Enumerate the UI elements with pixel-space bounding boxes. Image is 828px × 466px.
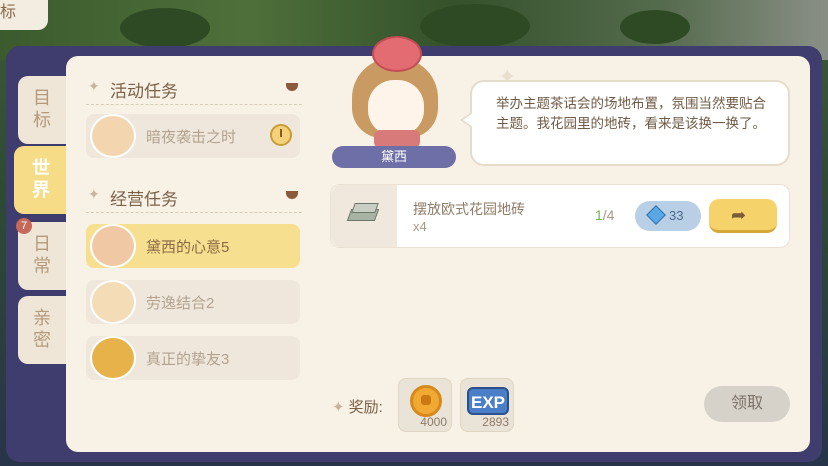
collapse-icon[interactable] <box>286 83 298 91</box>
speech-bubble: 举办主题茶话会的场地布置，氛围当然要贴合主题。我花园里的地砖，看来是该换一换了。 <box>460 80 790 166</box>
daily-badge: 7 <box>16 218 32 234</box>
coin-value: 4000 <box>420 415 447 429</box>
bush-decoration <box>620 10 690 44</box>
coin-icon <box>410 385 442 417</box>
sparkle-icon: ✦ <box>332 399 345 416</box>
gem-reward-pill: 33 <box>635 201 701 231</box>
exp-value: 2893 <box>482 415 509 429</box>
avatar <box>90 114 136 158</box>
star-icon: ✦ <box>88 78 100 94</box>
avatar <box>90 336 136 380</box>
divider <box>86 104 302 105</box>
task-item-label: 黛西的心意5 <box>146 239 230 256</box>
task-item-true-friend[interactable]: 真正的挚友3 <box>86 336 300 380</box>
section-activity-title: 活动任务 <box>110 82 178 101</box>
tab-goals[interactable]: 目标 <box>18 76 66 144</box>
progress-current: 1 <box>595 207 603 223</box>
reward-exp[interactable]: EXP 2893 <box>460 378 514 432</box>
section-activity[interactable]: ✦ 活动任务 <box>86 72 302 104</box>
clock-icon <box>270 124 292 146</box>
tab-daily[interactable]: 7 日常 <box>16 218 66 290</box>
progress-total: /4 <box>602 207 615 223</box>
task-objective-row: 摆放欧式花园地砖 x4 1/4 33 ➦ <box>330 184 790 248</box>
section-business-title: 经营任务 <box>110 190 178 209</box>
star-icon: ✦ <box>88 186 100 202</box>
collapse-icon[interactable] <box>286 191 298 199</box>
top-left-tab[interactable]: 标 <box>0 0 48 30</box>
task-item-label: 真正的挚友3 <box>146 351 230 368</box>
npc-dialogue: 举办主题茶话会的场地布置，氛围当然要贴合主题。我花园里的地砖，看来是该换一换了。 <box>496 96 766 131</box>
task-progress: 1/4 <box>595 207 614 223</box>
task-item-night-raid[interactable]: 暗夜袭击之时 <box>86 114 300 158</box>
reward-label-text: 奖励: <box>348 399 383 416</box>
go-button[interactable]: ➦ <box>709 199 777 233</box>
task-item-daisy[interactable]: 黛西的心意5 <box>86 224 300 268</box>
claim-button[interactable]: 领取 <box>704 386 790 422</box>
tab-world[interactable]: 世界 <box>14 146 68 214</box>
divider <box>86 212 302 213</box>
npc-name-tag: 黛西 <box>332 146 456 168</box>
task-item-label: 劳逸结合2 <box>146 295 215 312</box>
task-item-work-rest[interactable]: 劳逸结合2 <box>86 280 300 324</box>
arrow-right-icon: ➦ <box>731 205 747 225</box>
diamond-icon <box>646 205 666 225</box>
gem-reward-value: 33 <box>669 208 684 223</box>
tile-stack <box>351 203 379 213</box>
reward-label: ✦ 奖励: <box>332 396 383 417</box>
exp-icon: EXP <box>467 387 509 415</box>
task-objective-count: x4 <box>413 219 427 234</box>
avatar <box>90 280 136 324</box>
tab-daily-label: 日常 <box>33 234 51 276</box>
reward-coin[interactable]: 4000 <box>398 378 452 432</box>
bush-decoration <box>120 8 210 48</box>
section-business[interactable]: ✦ 经营任务 <box>86 180 302 212</box>
task-detail: ✦ 举办主题茶话会的场地布置，氛围当然要贴合主题。我花园里的地砖，看来是该换一换… <box>330 56 810 452</box>
floor-tile-icon <box>331 185 397 247</box>
avatar <box>90 224 136 268</box>
task-item-label: 暗夜袭击之时 <box>146 129 237 146</box>
task-objective-name: 摆放欧式花园地砖 <box>413 201 525 217</box>
tab-intimacy[interactable]: 亲密 <box>18 296 66 364</box>
task-list: ✦ 活动任务 暗夜袭击之时 ✦ 经营任务 黛西的心意5 劳逸结合2 真正的挚友3 <box>86 70 302 446</box>
